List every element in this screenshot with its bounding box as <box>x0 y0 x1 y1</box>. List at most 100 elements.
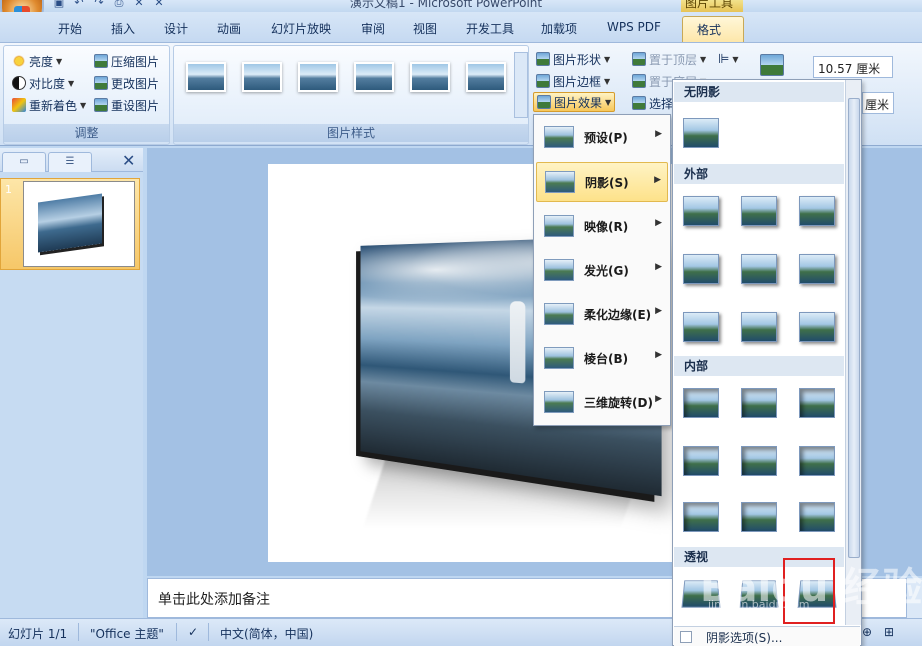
gallery-scrollbar[interactable] <box>845 80 861 625</box>
picture-border-button[interactable]: 图片边框 ▼ <box>536 71 610 91</box>
send-back-icon <box>632 74 646 88</box>
scrollbar-thumb[interactable] <box>848 98 860 558</box>
bring-front-icon <box>632 52 646 66</box>
notes-placeholder: 单击此处添加备注 <box>158 592 270 608</box>
menu-preset-label: 预设(P) <box>584 130 628 145</box>
tab-animation[interactable]: 动画 <box>217 20 241 37</box>
zoom-in-icon[interactable]: ⊕ <box>862 625 872 639</box>
redo-icon[interactable]: ↷ <box>92 0 106 10</box>
menu-soft-edges[interactable]: 柔化边缘(E) ▶ <box>536 294 668 334</box>
shadow-outer-option[interactable] <box>741 312 777 342</box>
shadow-outer-option[interactable] <box>683 196 719 226</box>
height-value: 10.57 厘米 <box>818 62 881 76</box>
slide-thumbnail-selected[interactable]: 1 <box>0 178 140 270</box>
picture-effects-button[interactable]: 图片效果 ▼ <box>533 92 616 112</box>
tab-design[interactable]: 设计 <box>164 20 188 37</box>
submenu-arrow-icon: ▶ <box>655 306 662 316</box>
menu-glow[interactable]: 发光(G) ▶ <box>536 250 668 290</box>
shadow-outer-option[interactable] <box>799 196 835 226</box>
shadow-inner-option[interactable] <box>799 502 835 532</box>
close-pane-icon[interactable]: ✕ <box>122 151 135 170</box>
adjust-group: 亮度 ▼ 对比度 ▼ 重新着色 ▼ 压缩图片 更改图片 重设图片 调整 <box>3 45 170 145</box>
menu-reflection[interactable]: 映像(R) ▶ <box>536 206 668 246</box>
selection-pane-button[interactable]: 选择 <box>632 93 673 113</box>
tab-home[interactable]: 开始 <box>58 20 82 37</box>
spellcheck-icon[interactable]: ✓ <box>188 625 198 639</box>
menu-3d-rotation[interactable]: 三维旋转(D) ▶ <box>536 382 668 422</box>
align-button[interactable]: ⊫ ▼ <box>718 49 738 69</box>
tab-view[interactable]: 视图 <box>413 20 437 37</box>
thumbnail-image <box>38 193 102 253</box>
tab-developer[interactable]: 开发工具 <box>466 20 514 37</box>
bring-to-front-button[interactable]: 置于顶层 ▼ <box>632 49 706 69</box>
shadow-outer-option[interactable] <box>741 254 777 284</box>
compress-pictures-button[interactable]: 压缩图片 <box>94 51 159 71</box>
menu-preset[interactable]: 预设(P) ▶ <box>536 117 668 157</box>
picture-style-thumb-2[interactable] <box>242 62 282 92</box>
title-bar: ▣ ↶ ↷ ⎙ ✕ ✕ 演示文稿1 - Microsoft PowerPoint <box>0 0 922 12</box>
slides-tab[interactable]: ▭ <box>2 152 46 172</box>
menu-bevel-label: 棱台(B) <box>584 351 629 366</box>
undo-icon[interactable]: ↶ <box>72 0 86 10</box>
slide-thumbnail[interactable] <box>23 181 135 267</box>
crop-button[interactable] <box>760 54 784 76</box>
shadow-inner-option[interactable] <box>683 446 719 476</box>
close-icon[interactable]: ✕ <box>132 0 146 10</box>
menu-3d-rotation-label: 三维旋转(D) <box>584 395 653 410</box>
shadow-inner-option[interactable] <box>741 502 777 532</box>
tab-insert[interactable]: 插入 <box>111 20 135 37</box>
shadow-inner-option[interactable] <box>683 388 719 418</box>
shadow-outer-option[interactable] <box>799 312 835 342</box>
outline-tab[interactable]: ☰ <box>48 152 92 172</box>
recolor-label: 重新着色 <box>29 98 78 113</box>
picture-style-thumb-1[interactable] <box>186 62 226 92</box>
shadow-options-label: 阴影选项(S)... <box>706 631 783 645</box>
theme-name: "Office 主题" <box>90 627 164 641</box>
menu-shadow[interactable]: 阴影(S) ▶ <box>536 162 668 202</box>
picture-style-thumb-6[interactable] <box>466 62 506 92</box>
reset-picture-button[interactable]: 重设图片 <box>94 95 159 115</box>
tab-slideshow[interactable]: 幻灯片放映 <box>271 20 331 37</box>
close-icon-2[interactable]: ✕ <box>152 0 166 10</box>
shadow-outer-option[interactable] <box>683 312 719 342</box>
bevel-icon <box>544 347 574 369</box>
width-field[interactable]: 厘米 <box>862 92 894 114</box>
shadow-outer-option[interactable] <box>799 254 835 284</box>
shadow-inner-option[interactable] <box>741 446 777 476</box>
picture-style-thumb-3[interactable] <box>298 62 338 92</box>
picture-style-thumb-5[interactable] <box>410 62 450 92</box>
shadow-inner-option[interactable] <box>741 388 777 418</box>
selection-pane-label: 选择 <box>649 96 674 111</box>
shadow-inner-option[interactable] <box>683 502 719 532</box>
tab-review[interactable]: 审阅 <box>361 20 385 37</box>
contrast-button[interactable]: 对比度 ▼ <box>12 73 74 93</box>
shadow-outer-option[interactable] <box>683 254 719 284</box>
shadow-outer-option[interactable] <box>741 196 777 226</box>
shadow-none-option[interactable] <box>683 118 719 148</box>
shadow-icon <box>545 171 575 193</box>
menu-shadow-label: 阴影(S) <box>585 175 629 190</box>
menu-bevel[interactable]: 棱台(B) ▶ <box>536 338 668 378</box>
shape-icon <box>536 52 550 66</box>
picture-style-thumb-4[interactable] <box>354 62 394 92</box>
brightness-button[interactable]: 亮度 ▼ <box>12 51 62 71</box>
ribbon-tabs: 开始 插入 设计 动画 幻灯片放映 审阅 视图 开发工具 加载项 WPS PDF… <box>0 12 922 43</box>
shadow-options-footer[interactable]: 阴影选项(S)... <box>674 626 860 646</box>
print-preview-icon[interactable]: ⎙ <box>112 0 126 10</box>
shadow-inner-option[interactable] <box>799 388 835 418</box>
tab-addins[interactable]: 加载项 <box>541 20 577 37</box>
save-icon[interactable]: ▣ <box>52 0 66 10</box>
fit-window-icon[interactable]: ⊞ <box>884 625 894 639</box>
tab-format[interactable]: 格式 <box>682 16 744 43</box>
section-outer: 外部 <box>674 164 844 184</box>
picture-shape-button[interactable]: 图片形状 ▼ <box>536 49 610 69</box>
picture-styles-group-label: 图片样式 <box>174 124 528 142</box>
shadow-inner-option[interactable] <box>799 446 835 476</box>
change-picture-button[interactable]: 更改图片 <box>94 73 159 93</box>
height-field[interactable]: 10.57 厘米 <box>813 56 893 78</box>
gallery-scrollbar[interactable] <box>514 52 528 118</box>
recolor-button[interactable]: 重新着色 ▼ <box>12 95 86 115</box>
picture-shape-label: 图片形状 <box>553 52 602 67</box>
effects-icon <box>537 95 551 109</box>
tab-wps-pdf[interactable]: WPS PDF <box>607 20 661 34</box>
